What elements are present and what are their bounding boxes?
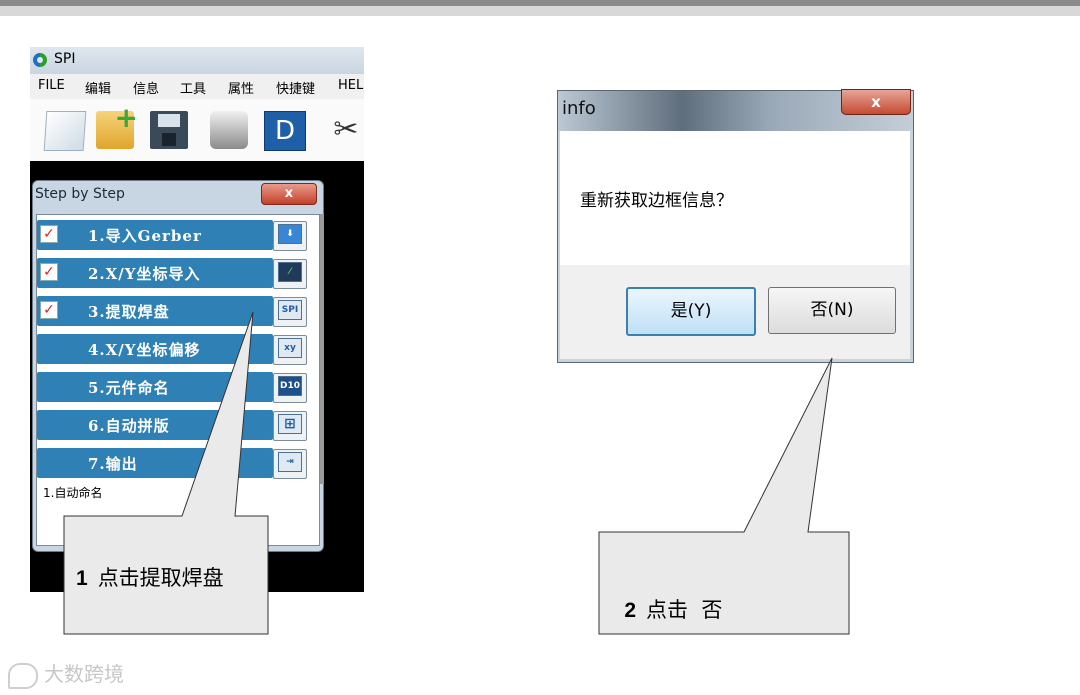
- callout-1: 1 点击提取焊盘: [76, 562, 224, 592]
- callout-1-text: 点击提取焊盘: [97, 566, 224, 590]
- dialog-close-button[interactable]: x: [841, 89, 911, 115]
- menu-edit[interactable]: 编辑: [85, 78, 111, 97]
- d-icon[interactable]: D: [264, 111, 306, 151]
- curve-icon[interactable]: ⁄: [273, 259, 307, 289]
- app-title-bar: SPI: [30, 47, 364, 74]
- spi-icon-text: SPI: [278, 300, 302, 320]
- step-note-area: 1.自动命名: [37, 480, 319, 545]
- step-5-label: 5.元件命名: [88, 379, 170, 397]
- watermark: 大数跨境: [8, 658, 124, 689]
- dialog-title-bar: info x: [558, 89, 913, 131]
- info-dialog: info x 重新获取边框信息？ 是(Y) 否(N): [557, 89, 914, 363]
- menu-bar: FILE 编辑 信息 工具 属性 快捷键 HEL: [30, 74, 364, 100]
- step-4-button[interactable]: 4.X/Y坐标偏移: [37, 334, 273, 364]
- menu-properties[interactable]: 属性: [228, 78, 254, 97]
- watermark-text: 大数跨境: [44, 662, 124, 686]
- step-6-button[interactable]: 6.自动拼版: [37, 410, 273, 440]
- step-1-label: 1.导入Gerber: [88, 227, 202, 245]
- step-2-button[interactable]: ✓ 2.X/Y坐标导入: [37, 258, 273, 288]
- xy-icon-text: xy: [278, 338, 302, 358]
- watermark-logo-icon: [8, 662, 38, 689]
- step-1-button[interactable]: ✓ 1.导入Gerber: [37, 220, 273, 250]
- step-5-button[interactable]: 5.元件命名: [37, 372, 273, 402]
- step-3-label: 3.提取焊盘: [88, 303, 170, 321]
- app-title: SPI: [54, 51, 76, 67]
- open-folder-icon[interactable]: [96, 101, 138, 149]
- spi-icon[interactable]: SPI: [273, 297, 307, 327]
- menu-file[interactable]: FILE: [38, 78, 65, 93]
- callout-1-number: 1: [76, 567, 88, 590]
- panel-scrollbar[interactable]: [320, 214, 324, 484]
- d10-icon[interactable]: D10: [273, 373, 307, 403]
- step-4-label: 4.X/Y坐标偏移: [88, 341, 201, 359]
- arrow-down-icon[interactable]: ⬇: [273, 221, 307, 251]
- step-2-checkbox[interactable]: ✓: [40, 263, 58, 281]
- step-3-checkbox[interactable]: ✓: [40, 301, 58, 319]
- d10-icon-text: D10: [278, 376, 302, 396]
- callout-2-text: 点击 否: [646, 598, 723, 622]
- step-1-checkbox[interactable]: ✓: [40, 225, 58, 243]
- toolbar: D ✂: [30, 99, 364, 161]
- new-file-icon[interactable]: [43, 111, 87, 151]
- panel-title: Step by Step: [35, 186, 125, 202]
- export-icon[interactable]: ⇥: [273, 449, 307, 479]
- step-2-label: 2.X/Y坐标导入: [88, 265, 201, 283]
- callout-2: 2 点击 否: [611, 570, 722, 624]
- save-icon[interactable]: [150, 111, 188, 149]
- menu-help[interactable]: HEL: [338, 78, 363, 93]
- callout-2-number: 2: [624, 599, 637, 622]
- step-7-button[interactable]: 7.输出: [37, 448, 273, 478]
- step-7-label: 7.输出: [88, 455, 138, 473]
- dialog-title: info: [562, 98, 596, 119]
- top-border-bar-light: [0, 6, 1080, 16]
- dialog-footer: 是(Y) 否(N): [560, 265, 910, 359]
- menu-info[interactable]: 信息: [133, 78, 159, 97]
- yes-button[interactable]: 是(Y): [626, 287, 756, 336]
- scissors-icon[interactable]: ✂: [328, 111, 364, 149]
- step-3-button[interactable]: ✓ 3.提取焊盘: [37, 296, 273, 326]
- dialog-message: 重新获取边框信息？: [580, 191, 733, 211]
- app-logo-icon: [33, 53, 47, 67]
- step-by-step-panel: Step by Step x ✓ 1.导入Gerber ⬇ ✓ 2.X/Y坐标导…: [32, 180, 324, 552]
- menu-shortcuts[interactable]: 快捷键: [276, 78, 315, 97]
- no-button[interactable]: 否(N): [768, 287, 896, 334]
- grid-icon[interactable]: ⊞: [273, 411, 307, 441]
- menu-tools[interactable]: 工具: [180, 78, 206, 97]
- xy-icon[interactable]: xy: [273, 335, 307, 365]
- step-note-text: 1.自动命名: [43, 486, 103, 500]
- panel-close-button[interactable]: x: [261, 183, 317, 205]
- panel-content: ✓ 1.导入Gerber ⬇ ✓ 2.X/Y坐标导入 ⁄ ✓ 3.提取焊盘 SP…: [36, 214, 324, 546]
- step-6-label: 6.自动拼版: [88, 417, 170, 435]
- database-icon[interactable]: [210, 111, 248, 149]
- dialog-body: 重新获取边框信息？ 是(Y) 否(N): [560, 131, 910, 359]
